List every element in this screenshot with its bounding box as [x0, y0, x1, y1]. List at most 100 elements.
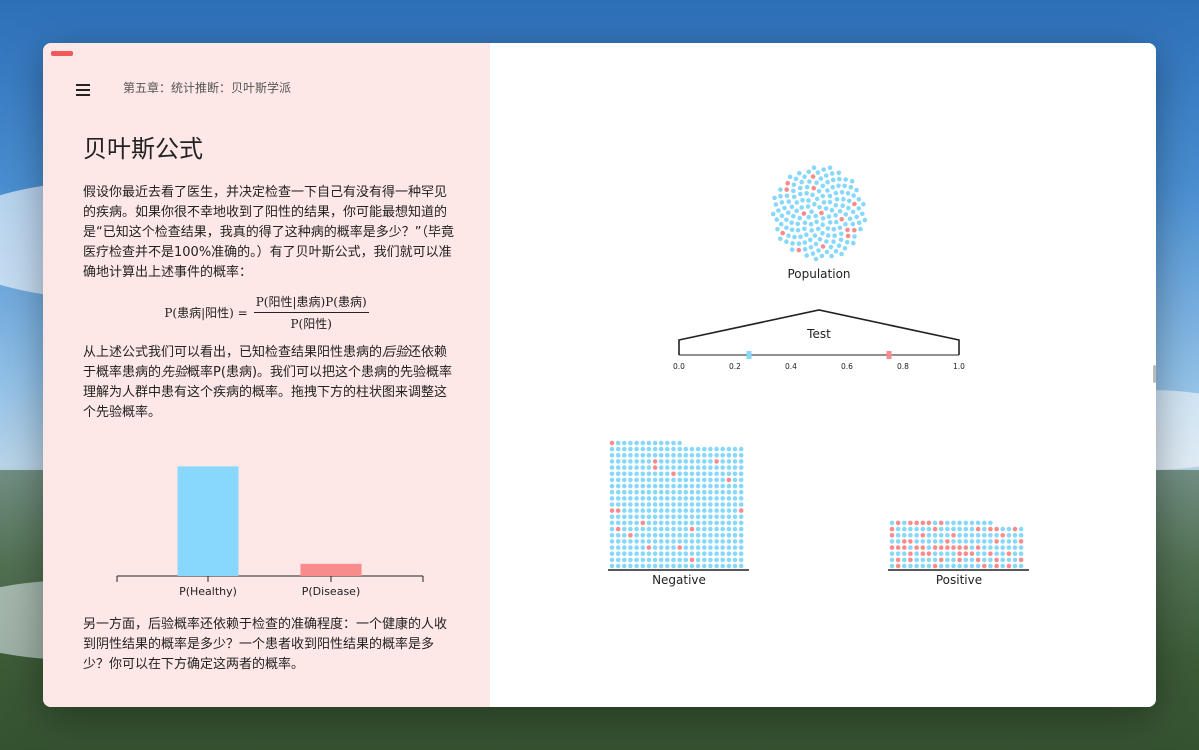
formula-lhs: P(患病|阳性) =	[164, 306, 248, 320]
population-dot	[772, 195, 777, 201]
positive-result-grid-dot	[969, 563, 975, 569]
negative-result-grid-dot	[646, 465, 652, 470]
negative-result-grid-dot	[689, 465, 695, 470]
population-dot	[785, 180, 790, 186]
population-dot	[847, 216, 853, 222]
population-dot	[784, 239, 789, 244]
negative-result-grid-dot	[708, 489, 713, 495]
disease-threshold-handle[interactable]	[886, 351, 892, 359]
negative-result-grid-dot	[671, 483, 676, 489]
positive-result-grid-dot	[908, 533, 913, 538]
population-dot	[854, 187, 859, 193]
negative-result-grid-dot	[683, 563, 689, 569]
positive-result-grid-dot	[969, 551, 975, 556]
positive-result-grid-dot	[920, 557, 926, 563]
negative-result-grid-dot	[628, 459, 633, 464]
negative-result-grid-dot	[720, 483, 725, 489]
negative-result-grid-dot	[640, 477, 646, 483]
population-dot	[846, 198, 852, 204]
negative-result-grid-dot	[634, 502, 639, 507]
positive-result-grid-dot	[920, 545, 926, 550]
prior-bar-disease[interactable]	[300, 563, 362, 576]
positive-result-grid-dot	[920, 533, 926, 538]
population-dot	[798, 191, 803, 197]
negative-result-grid-dot	[689, 563, 695, 569]
prior-bar-healthy[interactable]	[177, 466, 239, 576]
negative-result-grid-dot	[708, 502, 713, 507]
population-dot	[833, 248, 839, 254]
negative-result-grid-dot	[658, 496, 664, 501]
population-dot	[784, 217, 789, 223]
negative-result-grid-dot	[708, 459, 713, 464]
negative-result-grid-dot	[658, 465, 664, 470]
negative-result-grid-dot	[720, 533, 725, 538]
hamburger-menu-icon[interactable]	[76, 84, 90, 96]
positive-result-grid-dot	[914, 563, 919, 569]
positive-result-grid-dot	[957, 551, 962, 556]
negative-result-grid-dot	[640, 563, 646, 569]
positive-result-grid-dot	[988, 526, 993, 532]
negative-result-grid-dot	[652, 453, 658, 458]
negative-result-grid-dot	[714, 520, 719, 526]
negative-result-grid-dot	[634, 465, 639, 470]
population-dot	[829, 171, 835, 176]
window-resize-handle[interactable]	[1153, 365, 1156, 383]
negative-result-grid-dot	[738, 471, 744, 477]
positive-result-grid-dot	[1012, 551, 1018, 556]
healthy-threshold-handle[interactable]	[746, 351, 752, 359]
negative-result-grid-dot	[726, 489, 732, 495]
positive-result-grid-dot	[1006, 563, 1012, 569]
negative-result-grid-dot	[609, 502, 615, 507]
positive-result-grid-dot	[988, 557, 993, 563]
positive-result-grid-dot	[957, 563, 962, 569]
prior-probability-bar-chart[interactable]: P(Healthy) P(Disease)	[103, 443, 433, 603]
visualization-pane: Population Test 0.0 0.2 0.4 0.6 0.8 1.0 Negative…	[490, 43, 1156, 707]
positive-result-grid-dot	[889, 526, 895, 532]
negative-result-grid-dot	[615, 539, 621, 544]
negative-result-grid-dot	[732, 526, 738, 532]
negative-result-grid-dot	[665, 502, 670, 507]
negative-result-grid-dot	[702, 502, 707, 507]
negative-result-grid-dot	[726, 539, 732, 544]
chapter-breadcrumb[interactable]: 第五章：统计推断：贝叶斯学派	[123, 79, 291, 96]
negative-result-grid-dot	[708, 526, 713, 532]
negative-result-grid-dot	[671, 440, 676, 446]
negative-result-grid-dot	[622, 446, 627, 452]
negative-result-grid-dot	[622, 545, 627, 550]
negative-result-grid-dot	[628, 483, 633, 489]
population-dot	[820, 231, 825, 236]
negative-result-grid-dot	[665, 440, 670, 446]
population-dot	[795, 221, 801, 227]
negative-result-grid-dot	[677, 526, 682, 532]
positive-result-grid-dot	[951, 551, 956, 556]
negative-result-grid-dot	[622, 477, 627, 483]
negative-result-grid-dot	[732, 533, 738, 538]
negative-result-grid-dot	[640, 502, 646, 507]
positive-result-grid-dot	[994, 526, 999, 532]
negative-result-grid-dot	[695, 520, 701, 526]
population-dot	[839, 216, 844, 222]
population-dot	[778, 221, 784, 227]
negative-result-grid-dot	[738, 545, 744, 550]
positive-result-grid-dot	[1006, 551, 1012, 556]
negative-result-grid-dot	[714, 465, 719, 470]
negative-result-grid-dot	[665, 533, 670, 538]
population-dot	[862, 217, 868, 223]
negative-result-grid-dot	[628, 489, 633, 495]
population-dot	[789, 220, 794, 225]
page-title: 贝叶斯公式	[83, 135, 203, 163]
population-dot	[832, 233, 837, 238]
bayes-formula: P(患病|阳性) = P(阳性|患病)P(患病) P(阳性)	[43, 293, 490, 332]
negative-result-grid-dot	[615, 483, 621, 489]
positive-result-grid-dot	[957, 526, 962, 532]
negative-result-grid-dot	[689, 471, 695, 477]
negative-result-grid-dot	[646, 526, 652, 532]
negative-result-grid-dot	[640, 471, 646, 477]
population-dot	[837, 225, 843, 231]
negative-result-grid-dot	[702, 459, 707, 464]
negative-result-grid-dot	[677, 514, 682, 520]
negative-result-grid-dot	[702, 465, 707, 470]
population-dot	[802, 174, 807, 179]
positive-result-grid-dot	[975, 526, 981, 532]
negative-result-grid-dot	[683, 502, 689, 507]
